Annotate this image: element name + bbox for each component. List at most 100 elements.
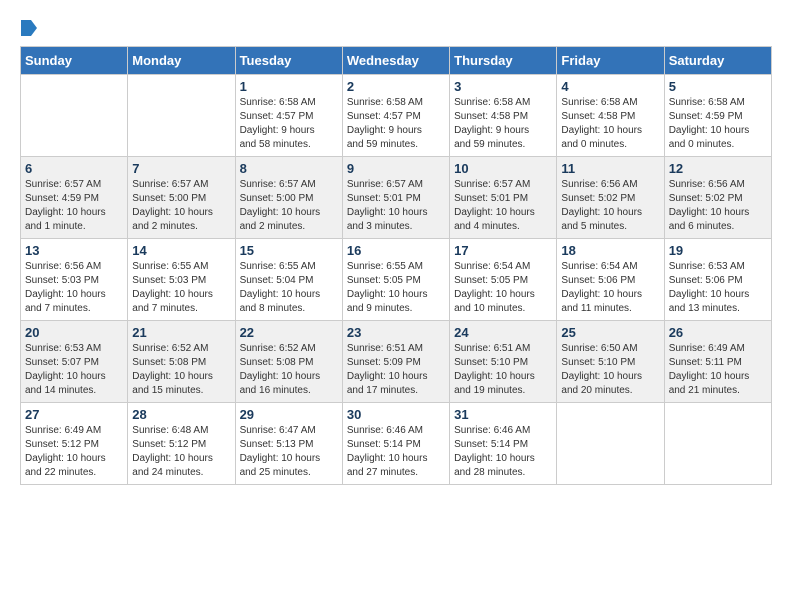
- calendar-cell: 25 Sunrise: 6:50 AM Sunset: 5:10 PM Dayli…: [557, 321, 664, 403]
- day-number: 29: [240, 407, 338, 422]
- day-info: Sunrise: 6:51 AM Sunset: 5:10 PM Dayligh…: [454, 342, 552, 398]
- calendar-cell: 23 Sunrise: 6:51 AM Sunset: 5:09 PM Dayli…: [342, 321, 449, 403]
- day-number: 24: [454, 325, 552, 340]
- day-info: Sunrise: 6:49 AM Sunset: 5:11 PM Dayligh…: [669, 342, 767, 398]
- day-number: 15: [240, 243, 338, 258]
- calendar-cell: 12Sunrise: 6:56 AM Sunset: 5:02 PM Dayli…: [664, 157, 771, 239]
- header-saturday: Saturday: [664, 47, 771, 75]
- day-info: Sunrise: 6:49 AM Sunset: 5:12 PM Dayligh…: [25, 424, 123, 480]
- calendar-cell: [664, 403, 771, 485]
- day-number: 5: [669, 79, 767, 94]
- calendar-cell: 4 Sunrise: 6:58 AM Sunset: 4:58 PM Daylig…: [557, 75, 664, 157]
- day-info: Sunrise: 6:51 AM Sunset: 5:09 PM Dayligh…: [347, 342, 445, 398]
- calendar-cell: 14 Sunrise: 6:55 AM Sunset: 5:03 PM Dayli…: [128, 239, 235, 321]
- day-number: 25: [561, 325, 659, 340]
- page-header: [20, 20, 772, 36]
- day-info: Sunrise: 6:57 AM Sunset: 4:59 PM Dayligh…: [25, 178, 123, 234]
- day-number: 2: [347, 79, 445, 94]
- header-sunday: Sunday: [21, 47, 128, 75]
- day-number: 4: [561, 79, 659, 94]
- calendar-cell: 18Sunrise: 6:54 AM Sunset: 5:06 PM Dayli…: [557, 239, 664, 321]
- day-info: Sunrise: 6:56 AM Sunset: 5:02 PM Dayligh…: [561, 178, 659, 234]
- logo: [20, 20, 38, 36]
- calendar-cell: 1Sunrise: 6:58 AM Sunset: 4:57 PM Daylig…: [235, 75, 342, 157]
- day-info: Sunrise: 6:53 AM Sunset: 5:07 PM Dayligh…: [25, 342, 123, 398]
- day-number: 27: [25, 407, 123, 422]
- day-number: 13: [25, 243, 123, 258]
- header-wednesday: Wednesday: [342, 47, 449, 75]
- calendar-header-row: SundayMondayTuesdayWednesdayThursdayFrid…: [21, 47, 772, 75]
- calendar-cell: [21, 75, 128, 157]
- day-number: 6: [25, 161, 123, 176]
- day-number: 21: [132, 325, 230, 340]
- day-info: Sunrise: 6:58 AM Sunset: 4:57 PM Dayligh…: [240, 96, 338, 152]
- calendar: SundayMondayTuesdayWednesdayThursdayFrid…: [20, 46, 772, 485]
- calendar-cell: 5Sunrise: 6:58 AM Sunset: 4:59 PM Daylig…: [664, 75, 771, 157]
- day-info: Sunrise: 6:57 AM Sunset: 5:01 PM Dayligh…: [454, 178, 552, 234]
- calendar-cell: 10 Sunrise: 6:57 AM Sunset: 5:01 PM Dayli…: [450, 157, 557, 239]
- day-number: 7: [132, 161, 230, 176]
- calendar-cell: 8 Sunrise: 6:57 AM Sunset: 5:00 PM Daylig…: [235, 157, 342, 239]
- calendar-cell: 2 Sunrise: 6:58 AM Sunset: 4:57 PM Daylig…: [342, 75, 449, 157]
- day-number: 30: [347, 407, 445, 422]
- day-number: 31: [454, 407, 552, 422]
- calendar-cell: [128, 75, 235, 157]
- day-info: Sunrise: 6:57 AM Sunset: 5:00 PM Dayligh…: [240, 178, 338, 234]
- day-info: Sunrise: 6:54 AM Sunset: 5:06 PM Dayligh…: [561, 260, 659, 316]
- calendar-cell: 7 Sunrise: 6:57 AM Sunset: 5:00 PM Daylig…: [128, 157, 235, 239]
- calendar-week-1: 1Sunrise: 6:58 AM Sunset: 4:57 PM Daylig…: [21, 75, 772, 157]
- calendar-cell: 21 Sunrise: 6:52 AM Sunset: 5:08 PM Dayli…: [128, 321, 235, 403]
- calendar-cell: 6 Sunrise: 6:57 AM Sunset: 4:59 PM Daylig…: [21, 157, 128, 239]
- day-info: Sunrise: 6:48 AM Sunset: 5:12 PM Dayligh…: [132, 424, 230, 480]
- day-info: Sunrise: 6:57 AM Sunset: 5:00 PM Dayligh…: [132, 178, 230, 234]
- day-info: Sunrise: 6:50 AM Sunset: 5:10 PM Dayligh…: [561, 342, 659, 398]
- day-info: Sunrise: 6:58 AM Sunset: 4:57 PM Dayligh…: [347, 96, 445, 152]
- calendar-week-5: 27 Sunrise: 6:49 AM Sunset: 5:12 PM Dayli…: [21, 403, 772, 485]
- header-thursday: Thursday: [450, 47, 557, 75]
- day-number: 26: [669, 325, 767, 340]
- day-number: 9: [347, 161, 445, 176]
- day-info: Sunrise: 6:52 AM Sunset: 5:08 PM Dayligh…: [132, 342, 230, 398]
- day-number: 16: [347, 243, 445, 258]
- day-number: 20: [25, 325, 123, 340]
- day-info: Sunrise: 6:46 AM Sunset: 5:14 PM Dayligh…: [347, 424, 445, 480]
- header-monday: Monday: [128, 47, 235, 75]
- calendar-cell: [557, 403, 664, 485]
- header-friday: Friday: [557, 47, 664, 75]
- day-number: 11: [561, 161, 659, 176]
- day-info: Sunrise: 6:56 AM Sunset: 5:02 PM Dayligh…: [669, 178, 767, 234]
- calendar-cell: 28 Sunrise: 6:48 AM Sunset: 5:12 PM Dayli…: [128, 403, 235, 485]
- day-info: Sunrise: 6:53 AM Sunset: 5:06 PM Dayligh…: [669, 260, 767, 316]
- calendar-cell: 20 Sunrise: 6:53 AM Sunset: 5:07 PM Dayli…: [21, 321, 128, 403]
- day-info: Sunrise: 6:55 AM Sunset: 5:05 PM Dayligh…: [347, 260, 445, 316]
- calendar-cell: 26 Sunrise: 6:49 AM Sunset: 5:11 PM Dayli…: [664, 321, 771, 403]
- day-info: Sunrise: 6:52 AM Sunset: 5:08 PM Dayligh…: [240, 342, 338, 398]
- day-number: 23: [347, 325, 445, 340]
- day-number: 19: [669, 243, 767, 258]
- calendar-cell: 31Sunrise: 6:46 AM Sunset: 5:14 PM Dayli…: [450, 403, 557, 485]
- header-tuesday: Tuesday: [235, 47, 342, 75]
- day-number: 3: [454, 79, 552, 94]
- calendar-cell: 30 Sunrise: 6:46 AM Sunset: 5:14 PM Dayli…: [342, 403, 449, 485]
- calendar-cell: 24 Sunrise: 6:51 AM Sunset: 5:10 PM Dayli…: [450, 321, 557, 403]
- calendar-week-2: 6 Sunrise: 6:57 AM Sunset: 4:59 PM Daylig…: [21, 157, 772, 239]
- day-info: Sunrise: 6:55 AM Sunset: 5:04 PM Dayligh…: [240, 260, 338, 316]
- calendar-cell: 3Sunrise: 6:58 AM Sunset: 4:58 PM Daylig…: [450, 75, 557, 157]
- day-info: Sunrise: 6:54 AM Sunset: 5:05 PM Dayligh…: [454, 260, 552, 316]
- calendar-cell: 27 Sunrise: 6:49 AM Sunset: 5:12 PM Dayli…: [21, 403, 128, 485]
- day-info: Sunrise: 6:55 AM Sunset: 5:03 PM Dayligh…: [132, 260, 230, 316]
- day-number: 17: [454, 243, 552, 258]
- day-number: 10: [454, 161, 552, 176]
- calendar-cell: 13Sunrise: 6:56 AM Sunset: 5:03 PM Dayli…: [21, 239, 128, 321]
- calendar-week-4: 20 Sunrise: 6:53 AM Sunset: 5:07 PM Dayli…: [21, 321, 772, 403]
- day-number: 28: [132, 407, 230, 422]
- day-info: Sunrise: 6:57 AM Sunset: 5:01 PM Dayligh…: [347, 178, 445, 234]
- calendar-cell: 22Sunrise: 6:52 AM Sunset: 5:08 PM Dayli…: [235, 321, 342, 403]
- calendar-cell: 9 Sunrise: 6:57 AM Sunset: 5:01 PM Daylig…: [342, 157, 449, 239]
- calendar-cell: 29Sunrise: 6:47 AM Sunset: 5:13 PM Dayli…: [235, 403, 342, 485]
- day-info: Sunrise: 6:58 AM Sunset: 4:58 PM Dayligh…: [561, 96, 659, 152]
- day-number: 14: [132, 243, 230, 258]
- calendar-cell: 17 Sunrise: 6:54 AM Sunset: 5:05 PM Dayli…: [450, 239, 557, 321]
- day-number: 8: [240, 161, 338, 176]
- calendar-cell: 16 Sunrise: 6:55 AM Sunset: 5:05 PM Dayli…: [342, 239, 449, 321]
